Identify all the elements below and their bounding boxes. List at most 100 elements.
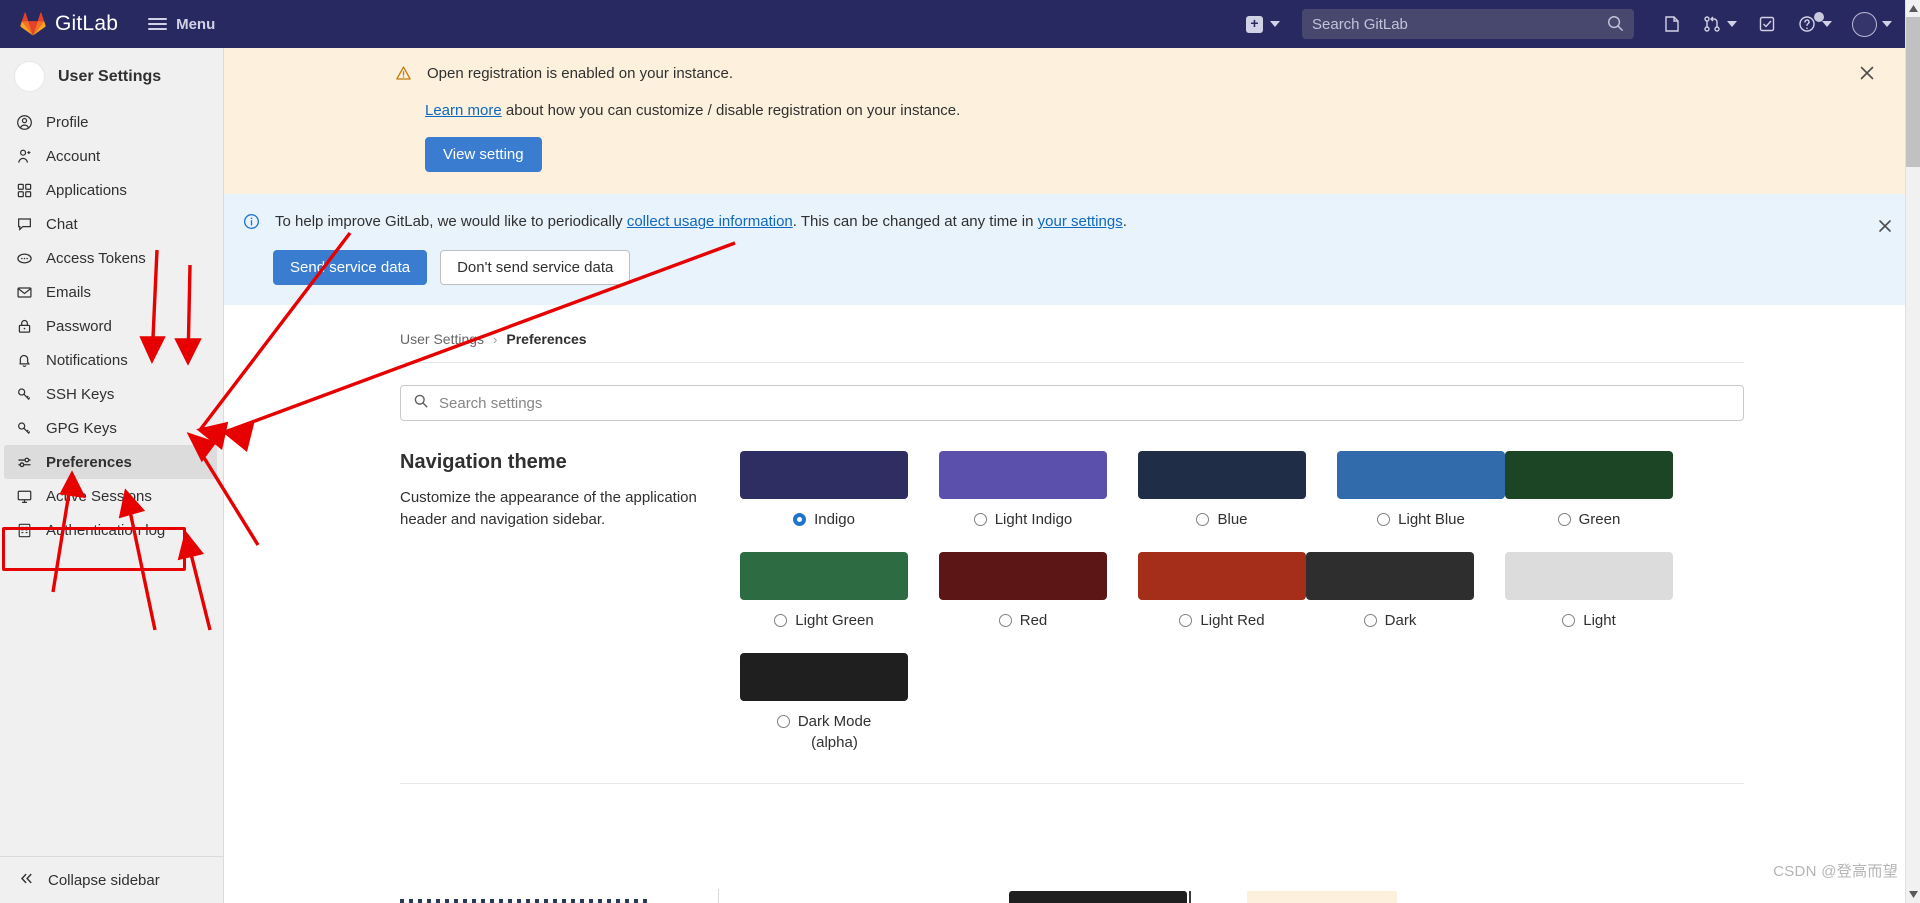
theme-radio[interactable]: [1562, 614, 1575, 627]
theme-label: Indigo: [814, 509, 855, 530]
sidebar-item-password[interactable]: Password: [0, 309, 223, 343]
theme-radio[interactable]: [777, 715, 790, 728]
breadcrumb-root[interactable]: User Settings: [400, 331, 484, 347]
main-menu-button[interactable]: Menu: [148, 16, 215, 33]
theme-label-row[interactable]: Dark Mode (alpha): [740, 711, 908, 753]
brand-name[interactable]: GitLab: [55, 12, 118, 36]
theme-swatch[interactable]: [1138, 451, 1306, 499]
theme-radio[interactable]: [1558, 513, 1571, 526]
theme-label-row[interactable]: Light Indigo: [939, 509, 1107, 530]
theme-label-row[interactable]: Light Blue: [1337, 509, 1505, 530]
global-search-input[interactable]: Search GitLab: [1302, 9, 1634, 39]
theme-option-light-blue[interactable]: Light Blue: [1337, 451, 1505, 530]
page-scrollbar[interactable]: [1905, 0, 1920, 903]
next-section-peek: [224, 889, 1920, 903]
theme-label: Light Green: [795, 610, 873, 631]
sidebar-item-preferences[interactable]: Preferences: [4, 445, 217, 479]
gitlab-preferences-page: GitLab Menu + Search GitLab: [0, 0, 1920, 903]
view-setting-button[interactable]: View setting: [425, 137, 542, 172]
theme-option-light-green[interactable]: Light Green: [740, 552, 908, 631]
send-service-data-button[interactable]: Send service data: [273, 250, 427, 285]
theme-swatch[interactable]: [740, 552, 908, 600]
theme-option-blue[interactable]: Blue: [1138, 451, 1306, 530]
key-icon: [16, 420, 33, 437]
search-settings-input[interactable]: Search settings: [400, 385, 1744, 421]
todos-icon[interactable]: [1749, 8, 1785, 40]
sidebar-item-emails[interactable]: Emails: [0, 275, 223, 309]
theme-radio[interactable]: [1196, 513, 1209, 526]
bell-icon: [16, 352, 33, 369]
theme-label-row[interactable]: Light: [1505, 610, 1673, 631]
theme-option-dark-mode-alpha[interactable]: Dark Mode (alpha): [740, 653, 908, 753]
theme-option-light-red[interactable]: Light Red: [1138, 552, 1306, 631]
dont-send-service-data-button[interactable]: Don't send service data: [440, 250, 630, 285]
sidebar-item-authentication-log[interactable]: Authentication log: [0, 513, 223, 547]
theme-swatch[interactable]: [740, 451, 908, 499]
sidebar-nav-list: Profile Account Applic: [0, 105, 223, 547]
theme-option-light[interactable]: Light: [1505, 552, 1673, 631]
sidebar-item-active-sessions[interactable]: Active Sessions: [0, 479, 223, 513]
sidebar-item-access-tokens[interactable]: Access Tokens: [0, 241, 223, 275]
theme-label-row[interactable]: Light Green: [740, 610, 908, 631]
close-icon[interactable]: [1875, 216, 1895, 236]
theme-label-row[interactable]: Blue: [1138, 509, 1306, 530]
theme-swatch[interactable]: [939, 451, 1107, 499]
theme-radio[interactable]: [1377, 513, 1390, 526]
your-settings-link[interactable]: your settings: [1038, 213, 1123, 230]
help-icon[interactable]: [1789, 8, 1840, 40]
theme-label-row[interactable]: Green: [1505, 509, 1673, 530]
sidebar-item-profile[interactable]: Profile: [0, 105, 223, 139]
sidebar-header[interactable]: User Settings: [0, 48, 223, 105]
theme-label-row[interactable]: Red: [939, 610, 1107, 631]
key-icon: [16, 386, 33, 403]
theme-swatch[interactable]: [1505, 552, 1673, 600]
theme-option-dark[interactable]: Dark: [1306, 552, 1474, 631]
sidebar-item-label: Active Sessions: [46, 488, 152, 505]
merge-requests-icon[interactable]: [1694, 8, 1745, 40]
user-avatar: [1852, 12, 1877, 37]
sidebar-item-gpg-keys[interactable]: GPG Keys: [0, 411, 223, 445]
collapse-sidebar-button[interactable]: Collapse sidebar: [0, 856, 223, 903]
theme-radio[interactable]: [999, 614, 1012, 627]
collect-usage-information-link[interactable]: collect usage information: [627, 213, 793, 230]
theme-label-row[interactable]: Dark: [1306, 610, 1474, 631]
sidebar-item-ssh-keys[interactable]: SSH Keys: [0, 377, 223, 411]
theme-option-indigo[interactable]: Indigo: [740, 451, 908, 530]
scroll-down-arrow-icon[interactable]: [1906, 886, 1920, 903]
theme-swatch[interactable]: [740, 653, 908, 701]
scroll-up-arrow-icon[interactable]: [1906, 0, 1920, 17]
theme-swatch[interactable]: [939, 552, 1107, 600]
sidebar-item-applications[interactable]: Applications: [0, 173, 223, 207]
create-new-button[interactable]: +: [1246, 16, 1280, 33]
theme-option-light-indigo[interactable]: Light Indigo: [939, 451, 1107, 530]
info-inner: To help improve GitLab, we would like to…: [224, 212, 1920, 285]
sidebar-item-label: Password: [46, 318, 112, 335]
search-placeholder: Search GitLab: [1312, 16, 1408, 33]
gitlab-tanuki-icon[interactable]: [20, 11, 46, 37]
theme-swatch[interactable]: [1306, 552, 1474, 600]
sidebar-item-label: Preferences: [46, 454, 132, 471]
sidebar-item-chat[interactable]: Chat: [0, 207, 223, 241]
theme-swatch[interactable]: [1337, 451, 1505, 499]
theme-radio[interactable]: [774, 614, 787, 627]
theme-swatch[interactable]: [1138, 552, 1306, 600]
theme-radio[interactable]: [974, 513, 987, 526]
user-menu-button[interactable]: [1844, 6, 1900, 43]
theme-label: Dark: [1385, 610, 1417, 631]
theme-radio[interactable]: [793, 513, 806, 526]
learn-more-link[interactable]: Learn more: [425, 102, 502, 119]
sidebar-item-account[interactable]: Account: [0, 139, 223, 173]
theme-label: Light: [1583, 610, 1616, 631]
theme-radio[interactable]: [1179, 614, 1192, 627]
close-icon[interactable]: [1856, 62, 1878, 84]
theme-option-red[interactable]: Red: [939, 552, 1107, 631]
theme-label-row[interactable]: Indigo: [740, 509, 908, 530]
issues-icon[interactable]: [1654, 8, 1690, 40]
theme-radio[interactable]: [1364, 614, 1377, 627]
theme-option-green[interactable]: Green: [1505, 451, 1673, 530]
theme-swatch[interactable]: [1505, 451, 1673, 499]
section-divider: [400, 783, 1744, 784]
theme-label-row[interactable]: Light Red: [1138, 610, 1306, 631]
scrollbar-thumb[interactable]: [1906, 17, 1920, 167]
sidebar-item-notifications[interactable]: Notifications: [0, 343, 223, 377]
